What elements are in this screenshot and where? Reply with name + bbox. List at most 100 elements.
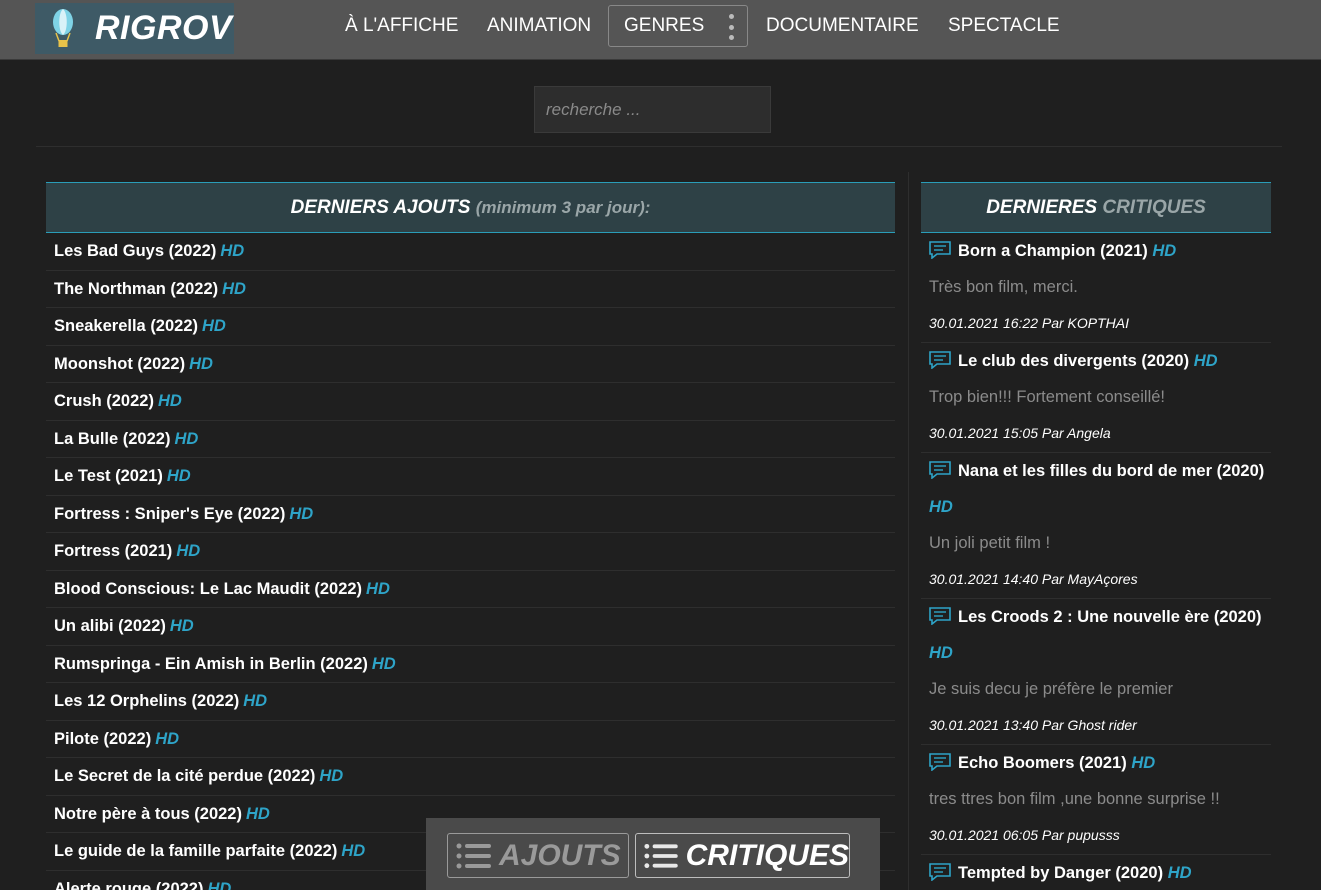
film-list-item[interactable]: Le Secret de la cité perdue (2022) HD (46, 758, 895, 796)
review-meta: 30.01.2021 06:05 Par pupusss (929, 827, 1120, 843)
brand-name: RIGROV (95, 9, 233, 47)
hd-badge: HD (371, 654, 396, 673)
hd-badge: HD (929, 498, 953, 516)
film-title[interactable]: Sneakerella (2022) (54, 317, 198, 335)
review-meta: 30.01.2021 14:40 Par MayAçores (929, 571, 1138, 587)
film-title[interactable]: Alerte rouge (2022) (54, 880, 203, 890)
film-title[interactable]: Les Bad Guys (2022) (54, 242, 216, 260)
film-list-item[interactable]: Rumspringa - Ein Amish in Berlin (2022) H… (46, 646, 895, 683)
reviews-title-a: DERNIERES (986, 197, 1098, 218)
film-list-item[interactable]: Un alibi (2022) HD (46, 608, 895, 646)
nav-documentaire[interactable]: DOCUMENTAIRE (766, 15, 919, 37)
film-title[interactable]: Le Test (2021) (54, 467, 163, 485)
latest-reviews-header: DERNIERES CRITIQUES (921, 182, 1271, 233)
hd-badge: HD (245, 804, 270, 823)
hd-badge: HD (207, 879, 232, 890)
film-list-item[interactable]: Blood Conscious: Le Lac Maudit (2022) HD (46, 571, 895, 608)
hd-badge: HD (155, 729, 180, 748)
hd-badge: HD (220, 242, 245, 260)
nav-a-laffiche[interactable]: À L'AFFICHE (345, 15, 458, 37)
genres-dropdown-button[interactable]: GENRES (608, 5, 748, 47)
list-icon (644, 843, 678, 868)
film-title[interactable]: The Northman (2022) (54, 280, 218, 298)
genres-label: GENRES (624, 15, 705, 36)
review-comment: Un joli petit film ! (929, 534, 1051, 552)
critiques-button[interactable]: CRITIQUES (635, 833, 850, 878)
comment-icon (929, 607, 951, 625)
hd-badge: HD (319, 767, 344, 785)
review-comment: Trop bien!!! Fortement conseillé! (929, 388, 1165, 406)
review-comment: tres ttres bon film ,une bonne surprise … (929, 790, 1220, 808)
film-title[interactable]: Pilote (2022) (54, 730, 151, 748)
review-film-title: Echo Boomers (2021) (958, 754, 1127, 772)
film-list-item[interactable]: Les Bad Guys (2022) HD (46, 233, 895, 271)
review-film-link[interactable]: Les Croods 2 : Une nouvelle ère (2020) H… (929, 599, 1271, 671)
review-meta: 30.01.2021 15:05 Par Angela (929, 425, 1111, 441)
hd-badge: HD (176, 542, 201, 560)
film-list-item[interactable]: Sneakerella (2022) HD (46, 308, 895, 346)
list-icon (456, 843, 491, 868)
review-film-link[interactable]: Echo Boomers (2021) HD (929, 745, 1271, 781)
film-list-item[interactable]: Le Test (2021) HD (46, 458, 895, 496)
divider (36, 146, 1282, 147)
film-list-item[interactable]: La Bulle (2022) HD (46, 421, 895, 458)
review-film-title: Les Croods 2 : Une nouvelle ère (2020) (958, 608, 1262, 626)
review-film-link[interactable]: Tempted by Danger (2020) HD (929, 855, 1271, 890)
critiques-label: CRITIQUES (685, 838, 849, 872)
comment-icon (929, 461, 951, 479)
hd-badge: HD (929, 644, 953, 662)
review-item: Born a Champion (2021) HD Très bon film, … (921, 233, 1271, 343)
comment-icon (929, 753, 951, 771)
latest-reviews-list: Born a Champion (2021) HD Très bon film, … (921, 233, 1271, 890)
film-title[interactable]: Les 12 Orphelins (2022) (54, 692, 239, 710)
review-item: Nana et les filles du bord de mer (2020)… (921, 453, 1271, 599)
review-item: Tempted by Danger (2020) HD (921, 855, 1271, 890)
film-title[interactable]: Le Secret de la cité perdue (2022) (54, 767, 315, 785)
site-logo[interactable]: RIGROV (35, 3, 234, 54)
film-title[interactable]: Fortress : Sniper's Eye (2022) (54, 505, 285, 523)
comment-icon (929, 241, 951, 259)
review-meta: 30.01.2021 16:22 Par KOPTHAI (929, 315, 1130, 331)
film-list-item[interactable]: Les 12 Orphelins (2022) HD (46, 683, 895, 721)
review-item: Les Croods 2 : Une nouvelle ère (2020) H… (921, 599, 1271, 745)
ajouts-label: AJOUTS (499, 838, 621, 872)
film-list-item[interactable]: Moonshot (2022) HD (46, 346, 895, 383)
film-list-item[interactable]: Fortress : Sniper's Eye (2022) HD (46, 496, 895, 533)
hd-badge: HD (169, 617, 194, 635)
review-film-title: Born a Champion (2021) (958, 242, 1148, 260)
film-list-item[interactable]: Fortress (2021) HD (46, 533, 895, 571)
film-title[interactable]: Moonshot (2022) (54, 355, 185, 373)
hd-badge: HD (174, 429, 199, 448)
review-film-link[interactable]: Le club des divergents (2020) HD (929, 343, 1271, 379)
hd-badge: HD (202, 317, 226, 335)
review-film-link[interactable]: Born a Champion (2021) HD (929, 233, 1271, 269)
film-title[interactable]: Blood Conscious: Le Lac Maudit (2022) (54, 580, 362, 598)
nav-spectacle[interactable]: SPECTACLE (948, 15, 1060, 37)
hd-badge: HD (157, 392, 182, 410)
bottom-floating-bar: AJOUTS CRITIQUES (426, 818, 880, 890)
hd-badge: HD (1152, 242, 1177, 260)
film-title[interactable]: Rumspringa - Ein Amish in Berlin (2022) (54, 655, 368, 673)
nav-animation[interactable]: ANIMATION (487, 15, 591, 37)
film-title[interactable]: Un alibi (2022) (54, 617, 166, 635)
latest-title: DERNIERS AJOUTS (290, 197, 471, 218)
hot-air-balloon-icon (53, 8, 73, 47)
hd-badge: HD (1193, 352, 1218, 370)
film-list-item[interactable]: Crush (2022) HD (46, 383, 895, 421)
search-input[interactable] (534, 86, 771, 133)
review-film-link[interactable]: Nana et les filles du bord de mer (2020)… (929, 453, 1271, 525)
reviews-title-b: CRITIQUES (1102, 197, 1206, 218)
film-title[interactable]: Crush (2022) (54, 392, 154, 410)
film-title[interactable]: Fortress (2021) (54, 542, 172, 560)
film-list-item[interactable]: Pilote (2022) HD (46, 721, 895, 758)
hd-badge: HD (243, 692, 268, 710)
film-list-item[interactable]: The Northman (2022) HD (46, 271, 895, 308)
ajouts-button[interactable]: AJOUTS (447, 833, 629, 878)
review-film-title: Tempted by Danger (2020) (958, 864, 1164, 882)
review-comment: Je suis decu je préfère le premier (929, 680, 1173, 698)
hd-badge: HD (366, 579, 390, 598)
film-title[interactable]: Notre père à tous (2022) (54, 805, 242, 823)
film-title[interactable]: La Bulle (2022) (54, 430, 170, 448)
hd-badge: HD (1131, 754, 1156, 772)
film-title[interactable]: Le guide de la famille parfaite (2022) (54, 842, 337, 860)
